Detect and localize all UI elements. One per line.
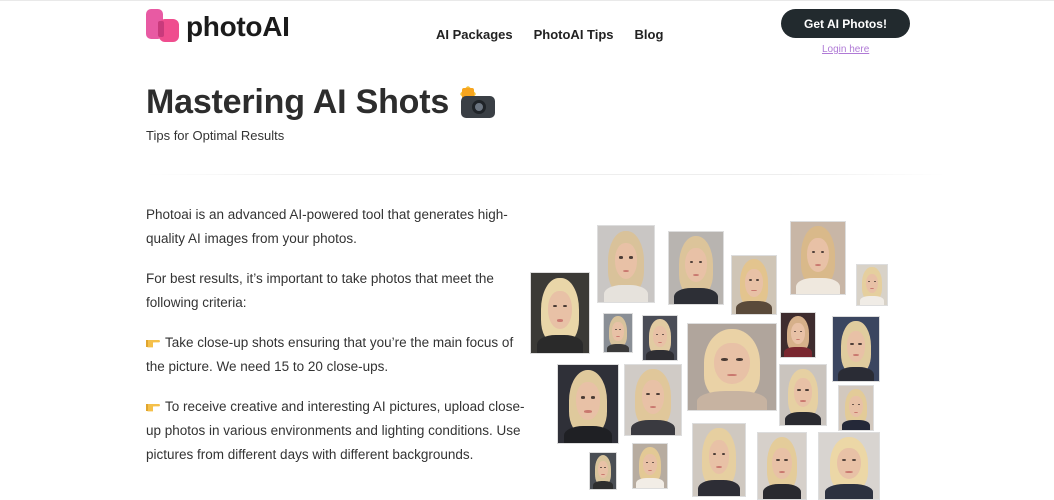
- example-photo: [668, 231, 724, 305]
- tip-item: To receive creative and interesting AI p…: [146, 395, 526, 467]
- logo-text: photoAI: [186, 11, 290, 42]
- example-photo: [632, 443, 668, 489]
- example-photo: [642, 315, 678, 361]
- page-title-text: Mastering AI Shots: [146, 83, 450, 121]
- page-title: Mastering AI Shots: [146, 83, 496, 122]
- example-photo: [757, 432, 807, 500]
- intro-paragraph: Photoai is an advanced AI-powered tool t…: [146, 207, 508, 246]
- example-photo: [530, 272, 590, 354]
- section-divider: [146, 174, 946, 175]
- nav-ai-packages[interactable]: AI Packages: [436, 27, 513, 42]
- tip-text: To receive creative and interesting AI p…: [146, 399, 525, 462]
- example-photo: [780, 312, 816, 358]
- main-nav: AI Packages PhotoAI Tips Blog: [436, 27, 663, 42]
- tip-text: Take close-up shots ensuring that you’re…: [146, 335, 514, 374]
- example-photo: [692, 423, 746, 497]
- pointing-hand-icon: [146, 340, 160, 348]
- example-photo: [589, 452, 617, 490]
- page-subtitle: Tips for Optimal Results: [146, 128, 285, 143]
- example-photo: [832, 316, 880, 382]
- tip-item: Take close-up shots ensuring that you’re…: [146, 331, 526, 379]
- get-ai-photos-button[interactable]: Get AI Photos!: [781, 9, 910, 38]
- example-photo: [624, 364, 682, 436]
- example-photo: [687, 323, 777, 411]
- camera-with-flash-icon: [459, 85, 496, 118]
- example-photo: [557, 364, 619, 444]
- nav-blog[interactable]: Blog: [635, 27, 664, 42]
- example-photo: [731, 255, 777, 315]
- login-link[interactable]: Login here: [822, 44, 869, 55]
- intro-content: Photoai is an advanced AI-powered tool t…: [146, 203, 526, 483]
- logo-mark-icon: [146, 9, 180, 43]
- example-photo: [790, 221, 846, 295]
- nav-photoai-tips[interactable]: PhotoAI Tips: [534, 27, 614, 42]
- example-photo: [597, 225, 655, 303]
- logo[interactable]: photoAI: [146, 9, 290, 43]
- top-border: [0, 0, 1054, 1]
- example-photo: [818, 432, 880, 500]
- criteria-paragraph: For best results, it’s important to take…: [146, 271, 494, 310]
- example-photo: [779, 364, 827, 426]
- example-photo: [856, 264, 888, 306]
- pointing-hand-icon: [146, 404, 160, 412]
- example-photo: [603, 313, 633, 353]
- example-photo: [838, 385, 874, 431]
